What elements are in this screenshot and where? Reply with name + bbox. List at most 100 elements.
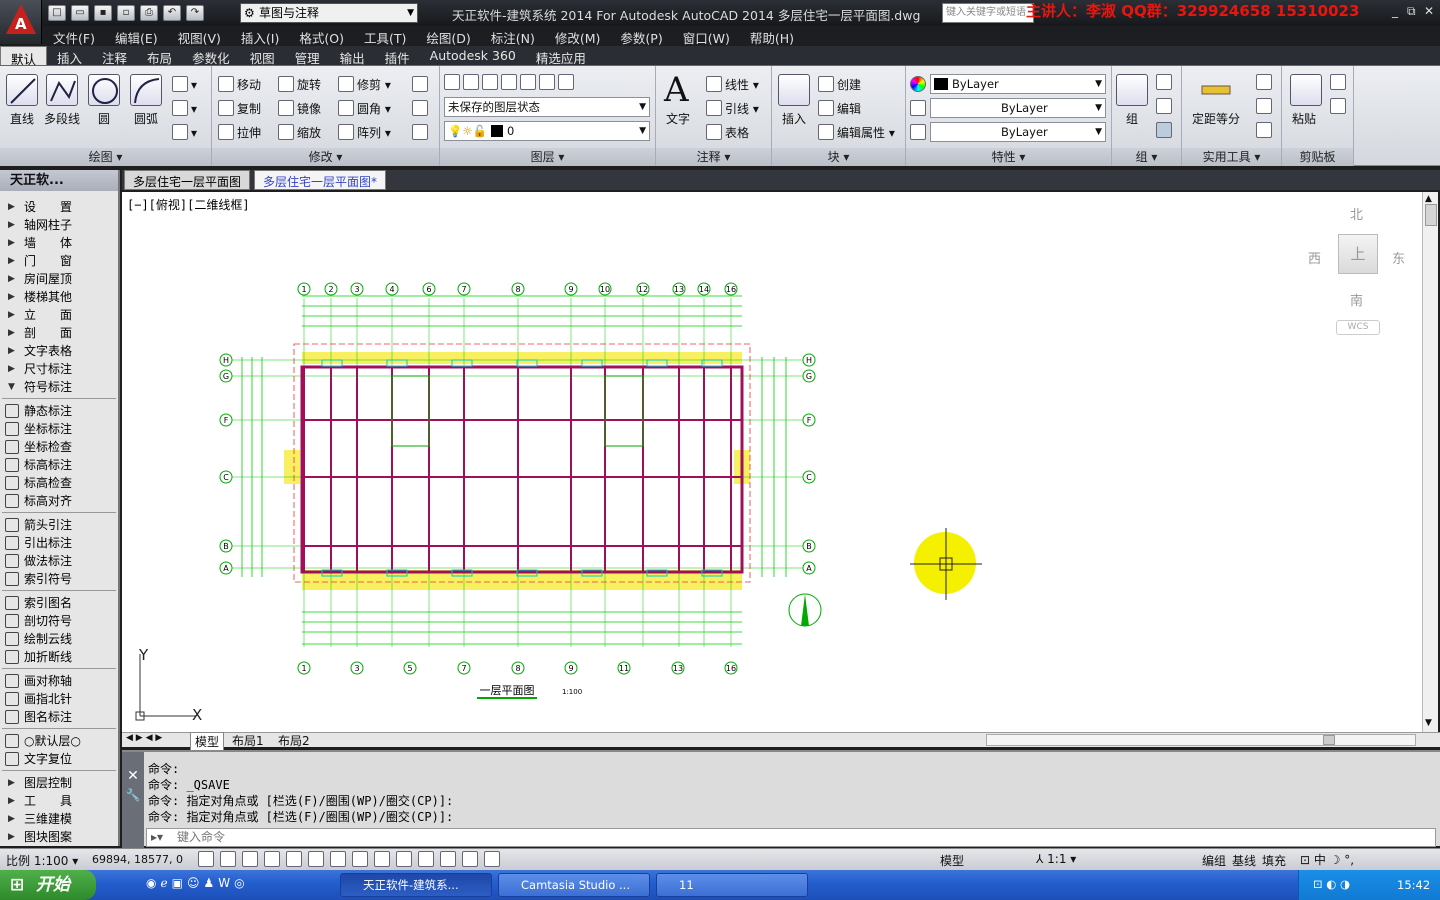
osnap-icon[interactable] bbox=[308, 851, 324, 867]
side-menu-item[interactable]: ○默认层○ bbox=[0, 732, 118, 750]
polyline-button[interactable]: 多段线 bbox=[44, 110, 80, 127]
viewcube-east[interactable]: 东 bbox=[1392, 248, 1405, 267]
insert-block-button[interactable]: 插入 bbox=[782, 110, 806, 127]
drawing-canvas[interactable]: [−][俯视][二维线框] 1 2 3 4 6 7 8 9 10 12 13 14 16 1 3 5 7 8 9 11… bbox=[122, 192, 1422, 732]
cut-icon[interactable] bbox=[1330, 74, 1349, 90]
application-menu-button[interactable]: A bbox=[0, 0, 42, 44]
linetype-dropdown[interactable]: ByLayer ▼ bbox=[930, 122, 1106, 142]
current-layer-dropdown[interactable]: 💡☼🔓 0 ▼ bbox=[444, 121, 650, 141]
viewcube-top-face[interactable]: 上 bbox=[1338, 234, 1378, 274]
minimize-button[interactable]: _ bbox=[1392, 4, 1398, 18]
region-icon[interactable]: ▾ bbox=[172, 124, 197, 140]
group-button[interactable]: 组 bbox=[1126, 110, 1138, 127]
hatch-icon[interactable]: ▾ bbox=[172, 100, 197, 116]
task-tangent[interactable]: 天正软件-建筑系... bbox=[340, 873, 492, 897]
side-menu-item[interactable]: ▶ 楼梯其他 bbox=[0, 288, 118, 306]
text-icon[interactable]: A bbox=[664, 70, 689, 110]
otrack-icon[interactable] bbox=[352, 851, 368, 867]
command-window-handle[interactable]: ✕ 🔧 bbox=[122, 752, 144, 848]
side-menu-item[interactable]: ▼ 符号标注 bbox=[0, 378, 118, 396]
side-menu-item[interactable]: 坐标检查 bbox=[0, 438, 118, 456]
menu-tools[interactable]: 工具(T) bbox=[353, 26, 415, 46]
leader-button[interactable]: 引线 ▾ bbox=[706, 100, 759, 117]
ime-indicator[interactable]: ⊡ 中 ☽ °, bbox=[1300, 851, 1354, 868]
viewcube[interactable]: 北 西 东 上 南 WCS bbox=[1302, 202, 1412, 342]
trim-button[interactable]: 修剪 ▾ bbox=[338, 76, 391, 93]
task-folder[interactable]: 11 bbox=[656, 873, 808, 897]
side-menu-item[interactable]: 图名标注 bbox=[0, 708, 118, 726]
polyline-icon[interactable] bbox=[46, 74, 78, 106]
array-button[interactable]: 阵列 ▾ bbox=[338, 124, 391, 141]
polar-icon[interactable] bbox=[286, 851, 302, 867]
side-menu-item[interactable]: 做法标注 bbox=[0, 552, 118, 570]
close-icon[interactable]: ✕ bbox=[122, 768, 144, 784]
side-menu-item[interactable]: ▶ 轴网柱子 bbox=[0, 216, 118, 234]
side-menu-item[interactable]: 绘制云线 bbox=[0, 630, 118, 648]
arc-icon[interactable] bbox=[130, 74, 162, 106]
ortho-icon[interactable] bbox=[264, 851, 280, 867]
ungroup-icon[interactable] bbox=[1156, 74, 1175, 90]
horizontal-scrollbar[interactable] bbox=[986, 734, 1416, 746]
tab-view[interactable]: 视图 bbox=[240, 46, 285, 66]
edit-attribute-button[interactable]: 编辑属性 ▾ bbox=[818, 124, 895, 141]
erase-icon[interactable] bbox=[412, 76, 431, 92]
search-input[interactable]: 键入关键字或短语 bbox=[942, 3, 1034, 23]
restore-button[interactable]: ⧉ bbox=[1407, 4, 1416, 19]
side-menu-item[interactable]: 索引符号 bbox=[0, 570, 118, 588]
tab-autodesk360[interactable]: Autodesk 360 bbox=[420, 46, 526, 65]
side-menu-item[interactable]: 箭头引注 bbox=[0, 516, 118, 534]
viewcube-west[interactable]: 西 bbox=[1308, 248, 1321, 267]
tab-layout[interactable]: 布局 bbox=[137, 46, 182, 66]
status-group-button[interactable]: 编组 bbox=[1202, 852, 1226, 869]
layer-state-dropdown[interactable]: 未保存的图层状态 ▼ bbox=[444, 97, 650, 117]
circle-button[interactable]: 圆 bbox=[98, 110, 110, 127]
side-menu-item[interactable]: ▶ 文字表格 bbox=[0, 342, 118, 360]
doc-tab-1[interactable]: 多层住宅一层平面图 bbox=[124, 170, 251, 190]
side-menu-item[interactable]: 标高对齐 bbox=[0, 492, 118, 510]
measure-button[interactable]: 定距等分 bbox=[1192, 110, 1240, 127]
fillet-button[interactable]: 圆角 ▾ bbox=[338, 100, 391, 117]
scroll-thumb[interactable] bbox=[1425, 204, 1437, 226]
tab-model[interactable]: 模型 bbox=[190, 732, 225, 751]
viewcube-north[interactable]: 北 bbox=[1350, 204, 1363, 223]
dyn-icon[interactable] bbox=[396, 851, 412, 867]
tab-featured-apps[interactable]: 精选应用 bbox=[526, 46, 596, 66]
doc-tab-2-active[interactable]: 多层住宅一层平面图* bbox=[254, 170, 387, 190]
layer-properties-icon[interactable] bbox=[444, 74, 460, 90]
status-baseline-button[interactable]: 基线 bbox=[1232, 852, 1256, 869]
save-as-icon[interactable]: ▫ bbox=[117, 5, 135, 21]
color-dropdown[interactable]: ByLayer ▼ bbox=[930, 74, 1106, 94]
workspace-dropdown[interactable]: ⚙ 草图与注释 ▼ bbox=[240, 3, 418, 23]
group-edit-icon[interactable] bbox=[1156, 98, 1175, 114]
menu-parametric[interactable]: 参数(P) bbox=[609, 26, 671, 46]
side-menu-item[interactable]: ▶ 图层控制 bbox=[0, 774, 118, 792]
side-menu-item[interactable]: ▶ 墙 体 bbox=[0, 234, 118, 252]
side-menu-item[interactable]: ▶ 设 置 bbox=[0, 198, 118, 216]
annotation-panel-title[interactable]: 注释 ▾ bbox=[656, 148, 771, 166]
side-menu-item[interactable]: 标高标注 bbox=[0, 456, 118, 474]
utilities-panel-title[interactable]: 实用工具 ▾ bbox=[1182, 148, 1281, 166]
layer-panel-title[interactable]: 图层 ▾ bbox=[440, 148, 655, 166]
layer-off-icon[interactable] bbox=[558, 74, 574, 90]
copy-button[interactable]: 复制 bbox=[218, 100, 261, 117]
modify-panel-title[interactable]: 修改 ▾ bbox=[212, 148, 439, 166]
side-menu-item[interactable]: ▶ 工 具 bbox=[0, 792, 118, 810]
linear-dim-button[interactable]: 线性 ▾ bbox=[706, 76, 759, 93]
group-select-icon[interactable] bbox=[1156, 122, 1175, 138]
side-menu-item[interactable]: ▶ 图块图案 bbox=[0, 828, 118, 846]
calculator-icon[interactable] bbox=[1256, 122, 1275, 138]
tab-nav-icons[interactable]: ◀ ▶ ◀ ▶ bbox=[126, 733, 162, 743]
side-menu-title[interactable]: 天正软... bbox=[0, 170, 118, 191]
tab-parametric[interactable]: 参数化 bbox=[182, 46, 240, 66]
group-icon[interactable] bbox=[1116, 74, 1148, 106]
wcs-dropdown[interactable]: WCS bbox=[1336, 320, 1380, 335]
scale-button[interactable]: 缩放 bbox=[278, 124, 321, 141]
copy-clip-icon[interactable] bbox=[1330, 98, 1349, 114]
stretch-button[interactable]: 拉伸 bbox=[218, 124, 261, 141]
menu-window[interactable]: 窗口(W) bbox=[672, 26, 739, 46]
explode-icon[interactable] bbox=[412, 100, 431, 116]
menu-modify[interactable]: 修改(M) bbox=[544, 26, 610, 46]
measure-icon[interactable] bbox=[1200, 74, 1232, 106]
redo-icon[interactable]: ↷ bbox=[186, 5, 204, 21]
hscroll-thumb[interactable] bbox=[1323, 735, 1335, 745]
